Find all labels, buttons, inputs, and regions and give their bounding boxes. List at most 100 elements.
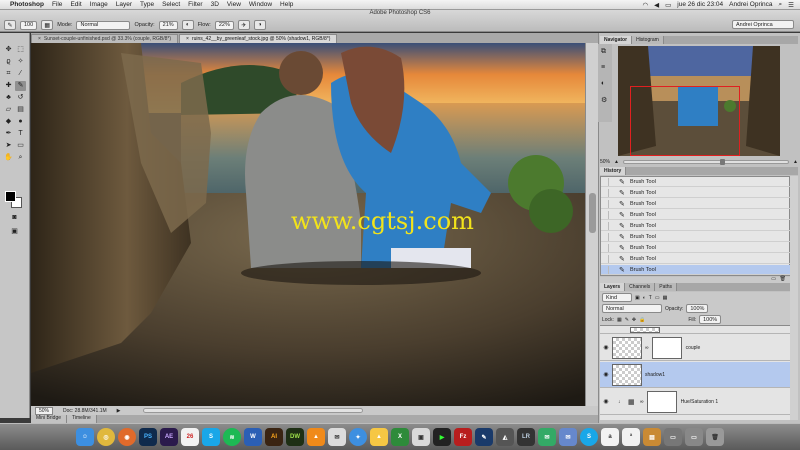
menu-image[interactable]: Image xyxy=(90,1,108,8)
calendar-icon[interactable]: 26 xyxy=(181,428,199,446)
preview-icon[interactable]: ✉ xyxy=(328,428,346,446)
tab-sunset-couple[interactable]: × Sunset-couple-unfinished.psd @ 33.3% (c… xyxy=(31,34,179,43)
foreground-color-swatch[interactable] xyxy=(5,191,16,202)
zoom-tool-icon[interactable]: ⌕ xyxy=(15,153,26,163)
navigator-zoom-value[interactable]: 50% xyxy=(600,159,610,165)
gradient-tool-icon[interactable]: ▤ xyxy=(15,105,26,115)
excel-icon[interactable]: X xyxy=(391,428,409,446)
visibility-eye-icon[interactable]: ◉ xyxy=(600,398,612,405)
illustrator-icon[interactable]: AI xyxy=(265,428,283,446)
tab-channels[interactable]: Channels xyxy=(625,283,656,291)
styles-panel-icon[interactable]: ⚙ xyxy=(601,96,607,104)
zoom-in-icon[interactable]: ▲ xyxy=(793,159,798,165)
flow-field[interactable]: 22% xyxy=(214,20,234,30)
screen-mode-icon[interactable]: ▣ xyxy=(9,227,20,237)
history-panel-icon[interactable]: ⧉ xyxy=(601,48,606,56)
layer-row-couple[interactable]: ◉ ∞ couple xyxy=(600,335,790,361)
notification-icon[interactable]: ☰ xyxy=(788,1,794,9)
link-icon[interactable]: ∞ xyxy=(645,345,649,351)
tab-paths[interactable]: Paths xyxy=(655,283,678,291)
lasso-tool-icon[interactable]: ϱ xyxy=(3,57,14,67)
navigator-view-box[interactable] xyxy=(630,86,740,156)
downloads-stack-icon[interactable]: ▭ xyxy=(664,428,682,446)
menu-file[interactable]: File xyxy=(52,1,62,8)
menu-edit[interactable]: Edit xyxy=(70,1,81,8)
list-item-selected[interactable]: ✎ Brush Tool xyxy=(601,265,791,275)
brush-preset-icon[interactable]: ✎ xyxy=(4,20,16,30)
dreamweaver-icon[interactable]: DW xyxy=(286,428,304,446)
menu-help[interactable]: Help xyxy=(280,1,293,8)
healing-tool-icon[interactable]: ✚ xyxy=(3,81,14,91)
lightroom-icon[interactable]: LR xyxy=(517,428,535,446)
lock-position-icon[interactable]: ✥ xyxy=(632,317,636,323)
battery-icon[interactable]: ▭ xyxy=(665,1,671,9)
menu-app-name[interactable]: Photoshop xyxy=(10,1,44,8)
link-icon[interactable]: ∞ xyxy=(640,399,644,405)
word-icon[interactable]: W xyxy=(244,428,262,446)
messages-icon[interactable]: ✉ xyxy=(538,428,556,446)
mail-icon[interactable]: ✉ xyxy=(559,428,577,446)
zoom-slider-knob[interactable] xyxy=(719,159,725,165)
quick-select-tool-icon[interactable]: ✧ xyxy=(15,57,26,67)
spotlight-icon[interactable]: ⌕ xyxy=(779,1,783,9)
skype-alt-icon[interactable]: S xyxy=(580,428,598,446)
list-item[interactable]: ✎ Brush Tool xyxy=(601,210,791,220)
tab-timeline[interactable]: Timeline xyxy=(67,415,97,423)
lock-pixels-icon[interactable]: ✎ xyxy=(625,317,629,323)
canvas-horizontal-scrollbar[interactable] xyxy=(142,408,363,413)
layer-row-hue-saturation[interactable]: ◉ ↓ ▦ ∞ Hue/Saturation 1 xyxy=(600,389,790,415)
navigator-zoom-slider[interactable] xyxy=(622,159,790,165)
type-tool-icon[interactable]: T xyxy=(15,129,26,139)
filezilla-icon[interactable]: Fz xyxy=(454,428,472,446)
list-item[interactable]: ✎ Brush Tool xyxy=(601,254,791,264)
pressure-opacity-icon[interactable]: ◐ xyxy=(181,20,194,30)
firefox-icon[interactable]: ◉ xyxy=(118,428,136,446)
list-item[interactable]: ✎ Brush Tool xyxy=(601,177,791,187)
eyedropper-tool-icon[interactable]: ⁄ xyxy=(15,69,26,79)
photos-icon[interactable]: ▣ xyxy=(412,428,430,446)
canvas-vertical-scrollbar[interactable] xyxy=(585,43,598,406)
filter-adjust-icon[interactable]: ◐ xyxy=(643,295,646,301)
quick-mask-icon[interactable]: ◙ xyxy=(9,213,20,223)
filter-type-icon[interactable]: T xyxy=(649,295,652,301)
filter-pixel-icon[interactable]: ▣ xyxy=(635,295,640,301)
layer-mask-thumbnail[interactable] xyxy=(651,336,682,359)
visibility-eye-icon[interactable]: ◉ xyxy=(600,344,612,351)
pressure-size-icon[interactable]: ◑ xyxy=(253,20,266,30)
scroll-thumb[interactable] xyxy=(589,193,596,233)
pen-tool-icon[interactable]: ✒ xyxy=(3,129,14,139)
folder-stack-icon[interactable]: ▭ xyxy=(685,428,703,446)
list-item[interactable]: ✎ Brush Tool xyxy=(601,221,791,231)
shape-tool-icon[interactable]: ▭ xyxy=(15,141,26,151)
brush-tool-icon[interactable]: ✎ xyxy=(15,81,26,91)
trash-icon[interactable]: 🗑 xyxy=(706,428,724,446)
zoom-out-icon[interactable]: ▲ xyxy=(614,159,619,165)
skype-icon[interactable]: S xyxy=(202,428,220,446)
tab-mini-bridge[interactable]: Mini Bridge xyxy=(31,415,68,423)
layer-mask-thumbnail[interactable] xyxy=(646,390,677,413)
list-item[interactable]: ✎ Brush Tool xyxy=(601,232,791,242)
tab-histogram[interactable]: Histogram xyxy=(632,36,664,44)
menu-view[interactable]: View xyxy=(227,1,241,8)
crop-tool-icon[interactable]: ⌗ xyxy=(3,69,14,79)
panel-scrollbar[interactable] xyxy=(790,176,798,420)
canvas-area[interactable]: www.cgtsj.com xyxy=(31,43,585,406)
archive-icon[interactable]: ▤ xyxy=(643,428,661,446)
blend-mode-select[interactable]: Normal xyxy=(602,304,662,313)
vlc-icon[interactable]: ▲ xyxy=(307,428,325,446)
layer-fill-field[interactable]: 100% xyxy=(699,315,722,324)
layer-row-partial[interactable] xyxy=(600,326,790,334)
menu-3d[interactable]: 3D xyxy=(211,1,219,8)
lock-transparent-icon[interactable]: ▦ xyxy=(617,317,622,323)
safari-icon[interactable]: ✦ xyxy=(349,428,367,446)
tab-ruins[interactable]: × ruins_42__by_greenleaf_stock.jpg @ 50% … xyxy=(179,34,338,43)
layer-row-shadow1[interactable]: ◉ shadow1 xyxy=(600,362,790,388)
finder-icon[interactable]: ☺ xyxy=(76,428,94,446)
drive-icon[interactable]: ▲ xyxy=(370,428,388,446)
filter-smart-icon[interactable]: ▦ xyxy=(663,295,668,301)
new-snapshot-icon[interactable]: ▭ xyxy=(771,276,776,282)
status-arrow-icon[interactable]: ▶ xyxy=(117,408,121,414)
list-item[interactable]: ✎ Brush Tool xyxy=(601,199,791,209)
tab-layers[interactable]: Layers xyxy=(600,283,626,291)
hand-tool-icon[interactable]: ✋ xyxy=(3,153,14,163)
